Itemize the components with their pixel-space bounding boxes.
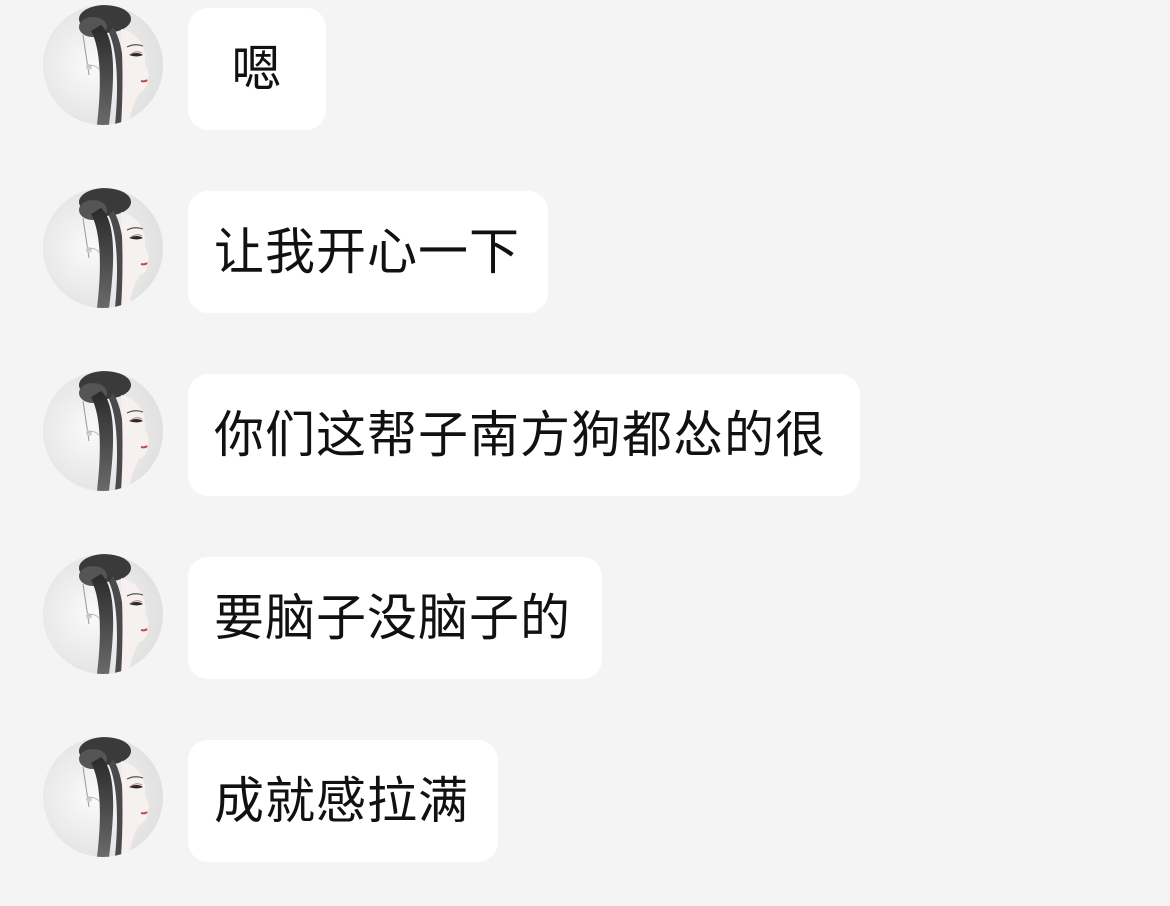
message-row: 嗯 [0,5,1170,130]
ink-painting-woman-avatar-icon [43,371,163,491]
message-text: 你们这帮子南方狗都怂的很 [214,406,826,464]
ink-painting-woman-avatar-icon [43,5,163,125]
message-row: 要脑子没脑子的 [0,554,1170,679]
message-bubble[interactable]: 嗯 [188,8,326,130]
message-text: 要脑子没脑子的 [214,589,571,647]
sender-avatar[interactable] [43,554,163,674]
message-text: 让我开心一下 [214,223,520,281]
message-row: 成就感拉满 [0,737,1170,862]
ink-painting-woman-avatar-icon [43,188,163,308]
chat-message-list[interactable]: 嗯 让我开心一下 你们这帮子南方狗都怂的很 要脑子没脑子的 成就感拉满 [0,0,1170,906]
message-bubble[interactable]: 让我开心一下 [188,191,548,313]
ink-painting-woman-avatar-icon [43,737,163,857]
message-row: 让我开心一下 [0,188,1170,313]
ink-painting-woman-avatar-icon [43,554,163,674]
message-bubble[interactable]: 你们这帮子南方狗都怂的很 [188,374,860,496]
message-text: 嗯 [231,40,283,98]
message-row: 你们这帮子南方狗都怂的很 [0,371,1170,496]
sender-avatar[interactable] [43,737,163,857]
sender-avatar[interactable] [43,188,163,308]
sender-avatar[interactable] [43,5,163,125]
sender-avatar[interactable] [43,371,163,491]
message-text: 成就感拉满 [214,772,469,830]
message-bubble[interactable]: 要脑子没脑子的 [188,557,602,679]
message-bubble[interactable]: 成就感拉满 [188,740,498,862]
